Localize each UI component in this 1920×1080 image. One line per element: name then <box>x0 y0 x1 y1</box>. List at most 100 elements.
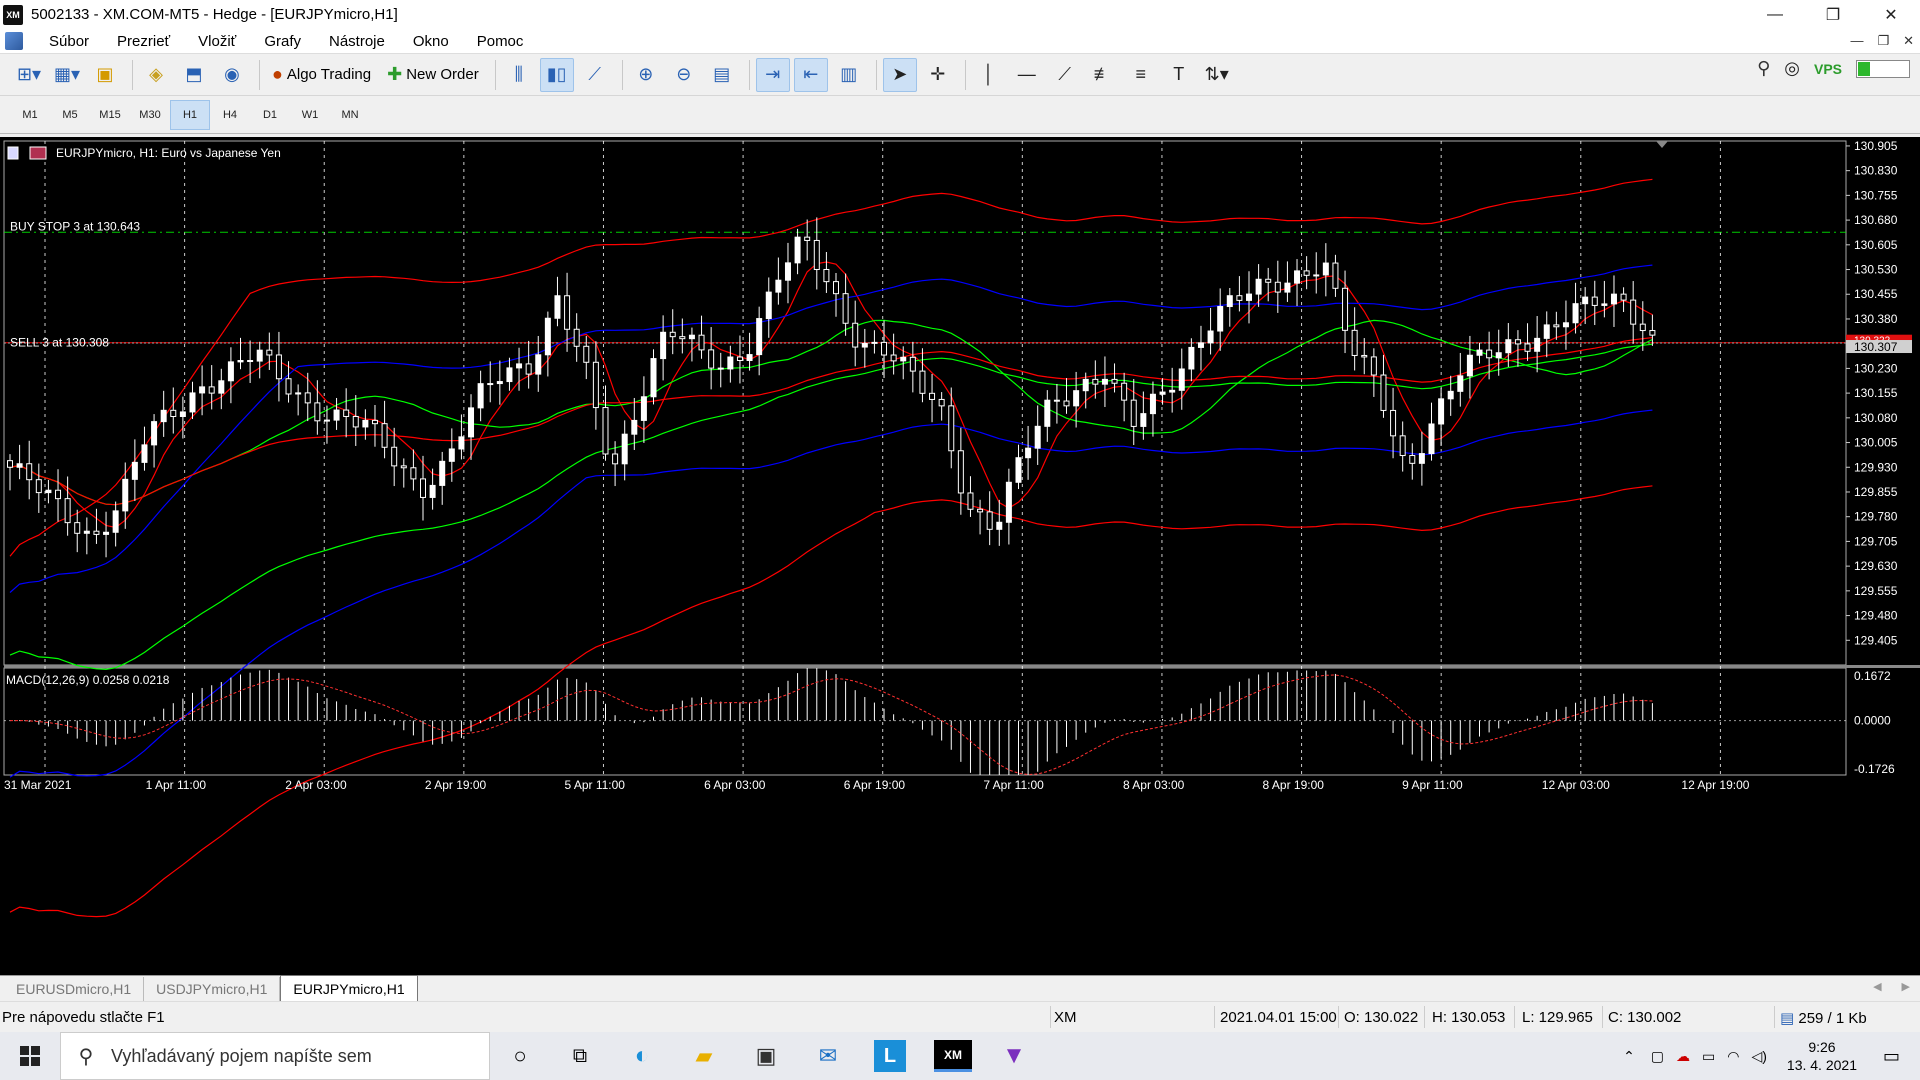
chart-shift-icon[interactable]: ⇤ <box>793 57 828 92</box>
lightshot-icon[interactable]: L <box>874 1040 906 1072</box>
candle-body <box>1034 425 1041 449</box>
fibonacci-icon[interactable]: ≢ <box>1086 58 1120 92</box>
candle-body <box>16 463 23 468</box>
algo-trading-button[interactable]: ● Algo Trading <box>266 58 377 92</box>
timeframe-mn[interactable]: MN <box>330 100 370 130</box>
volume-icon[interactable]: ◁) <box>1751 1048 1766 1065</box>
zoom-out-icon[interactable]: ⊖ <box>667 58 701 92</box>
candle-body <box>179 411 186 417</box>
menu-subor[interactable]: Súbor <box>35 33 103 50</box>
chart-tab-eurusd[interactable]: EURUSDmicro,H1 <box>4 977 145 1001</box>
menu-grafy[interactable]: Grafy <box>250 33 315 50</box>
tray-security-icon[interactable]: ☁ <box>1676 1048 1690 1065</box>
chart-area[interactable]: 130.905 130.830 130.755 130.680 130.605 130.5… <box>0 137 1920 975</box>
chart-tab-usdjpy[interactable]: USDJPYmicro,H1 <box>144 977 281 1001</box>
timeframe-w1[interactable]: W1 <box>290 100 330 130</box>
timeframe-m30[interactable]: M30 <box>130 100 170 130</box>
text-icon[interactable]: T <box>1162 58 1196 92</box>
minimize-button[interactable]: — <box>1746 0 1804 29</box>
price-tick-label: 130.155 <box>1854 386 1898 400</box>
search-icon[interactable]: ⚲ <box>1757 58 1770 79</box>
line-chart-icon[interactable]: ⟋ <box>578 58 612 92</box>
notifications-icon[interactable]: ▭ <box>1883 1046 1900 1067</box>
status-traffic[interactable]: ▤ 259 / 1 Kb <box>1780 1009 1867 1027</box>
vps-icon[interactable]: VPS <box>1814 61 1842 77</box>
menu-pomoc[interactable]: Pomoc <box>463 33 538 50</box>
channels-icon[interactable]: ≡ <box>1124 58 1158 92</box>
new-order-button[interactable]: ✚ New Order <box>381 58 485 92</box>
timeframe-m15[interactable]: M15 <box>90 100 130 130</box>
candle-body <box>74 522 81 534</box>
arrows-icon[interactable]: ⇅▾ <box>1200 58 1234 92</box>
autoscroll-icon[interactable]: ⇥ <box>755 57 790 92</box>
candle-body <box>1025 447 1032 459</box>
status-datetime: 2021.04.01 15:00 <box>1220 1009 1337 1026</box>
candle-body <box>525 363 532 375</box>
menu-okno[interactable]: Okno <box>399 33 463 50</box>
chart-window-icon[interactable] <box>5 32 23 50</box>
candle-body <box>1562 322 1569 328</box>
cursor-icon[interactable]: ➤ <box>882 57 917 92</box>
mdi-minimize-button[interactable]: — <box>1850 33 1863 49</box>
tile-windows-icon[interactable]: ▤ <box>705 58 739 92</box>
candlestick-chart-icon[interactable]: ▮▯ <box>539 57 574 92</box>
price-chart[interactable]: 130.905 130.830 130.755 130.680 130.605 130.5… <box>0 137 1920 975</box>
menu-vlozit[interactable]: Vložiť <box>184 33 250 50</box>
battery-icon[interactable]: ▭ <box>1702 1048 1715 1065</box>
timeframe-h1[interactable]: H1 <box>170 99 210 130</box>
horizontal-line-icon[interactable]: — <box>1010 58 1044 92</box>
timeframe-d1[interactable]: D1 <box>250 100 290 130</box>
mail-icon[interactable]: ✉ <box>812 1040 844 1072</box>
tab-scroll-right-icon[interactable]: ▶ <box>1902 980 1910 993</box>
signals-icon[interactable]: ◉ <box>215 58 249 92</box>
bar-chart-icon[interactable]: ⫼ <box>502 58 536 92</box>
file-explorer-icon[interactable]: ▰ <box>688 1040 720 1072</box>
vpn-icon[interactable]: ▼ <box>998 1040 1030 1072</box>
candle-body <box>775 279 782 293</box>
account-icon[interactable]: ◎ <box>1784 58 1800 79</box>
mdi-restore-button[interactable]: ❐ <box>1877 33 1889 49</box>
candle-body <box>1226 295 1233 308</box>
trendline-icon[interactable]: ⟋ <box>1048 58 1082 92</box>
zoom-in-icon[interactable]: ⊕ <box>629 58 663 92</box>
maximize-button[interactable]: ❐ <box>1804 0 1862 29</box>
crosshair-icon[interactable]: ✛ <box>921 58 955 92</box>
candle-body <box>1265 278 1272 283</box>
trade-icon[interactable]: ◈ <box>139 58 173 92</box>
candle-body <box>833 281 839 295</box>
store-icon[interactable]: ▣ <box>750 1040 782 1072</box>
chart-tab-eurjpy[interactable]: EURJPYmicro,H1 <box>280 975 418 1001</box>
cortana-icon[interactable]: ○ <box>504 1040 536 1072</box>
taskbar-search-input[interactable]: ⚲ Vyhľadávaný pojem napíšte sem <box>60 1032 490 1080</box>
new-chart-icon[interactable]: ⊞▾ <box>12 58 46 92</box>
vertical-line-icon[interactable]: │ <box>972 58 1006 92</box>
timeframe-m1[interactable]: M1 <box>10 100 50 130</box>
task-view-icon[interactable]: ⧉ <box>564 1040 596 1072</box>
menu-nastroje[interactable]: Nástroje <box>315 33 399 50</box>
taskbar-clock[interactable]: 9:26 13. 4. 2021 <box>1787 1038 1857 1074</box>
timeframe-m5[interactable]: M5 <box>50 100 90 130</box>
navigator-icon[interactable]: ⬒ <box>177 58 211 92</box>
tray-app-icon[interactable]: ▢ <box>1651 1048 1664 1065</box>
close-button[interactable]: ✕ <box>1862 0 1920 29</box>
templates-icon[interactable]: ▥ <box>832 58 866 92</box>
xm-mt5-taskbar-icon[interactable]: XM <box>934 1040 972 1072</box>
macd-tick-label: -0.1726 <box>1854 762 1895 776</box>
start-button[interactable] <box>0 1032 60 1080</box>
tray-chevron-icon[interactable]: ⌃ <box>1623 1048 1635 1065</box>
profiles-icon[interactable]: ▦▾ <box>50 58 84 92</box>
menu-prezriet[interactable]: Prezrieť <box>103 33 184 50</box>
market-watch-icon[interactable]: ▣ <box>88 58 122 92</box>
status-low: L: 129.965 <box>1522 1009 1593 1026</box>
wifi-icon[interactable]: ◠ <box>1727 1048 1739 1065</box>
candle-body <box>717 367 724 370</box>
timeframe-h4[interactable]: H4 <box>210 100 250 130</box>
fast-ma-line <box>9 261 1653 529</box>
edge-icon[interactable]: ◐ <box>626 1040 658 1072</box>
candle-body <box>881 341 888 356</box>
mdi-close-button[interactable]: ✕ <box>1903 33 1914 49</box>
title-bar: XM 5002133 - XM.COM-MT5 - Hedge - [EURJP… <box>0 0 1920 29</box>
main-plot-frame <box>3 140 1847 666</box>
price-tick-label: 130.380 <box>1854 312 1898 326</box>
tab-scroll-left-icon[interactable]: ◀ <box>1873 980 1881 993</box>
